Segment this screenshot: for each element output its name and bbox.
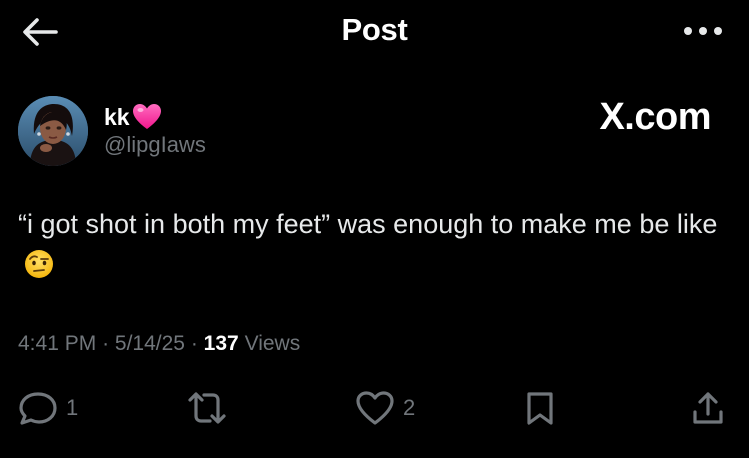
avatar[interactable] xyxy=(18,96,88,166)
tweet-date: 5/14/25 xyxy=(114,332,185,355)
raised-eyebrow-emoji-icon xyxy=(24,249,54,279)
share-icon xyxy=(693,392,723,424)
repost-icon xyxy=(188,392,226,424)
display-name: kk xyxy=(104,103,130,130)
reply-button[interactable]: 1 xyxy=(18,388,78,428)
share-button[interactable] xyxy=(690,388,726,428)
top-bar: Post xyxy=(0,0,749,64)
like-button[interactable]: 2 xyxy=(355,388,415,428)
repost-button[interactable] xyxy=(184,388,238,428)
like-count: 2 xyxy=(403,395,416,420)
heart-outline-icon xyxy=(356,391,394,425)
bookmark-button[interactable] xyxy=(522,388,558,428)
user-handle[interactable]: @lipgIaws xyxy=(104,132,206,158)
pink-heart-icon xyxy=(132,103,162,131)
more-horizontal-icon xyxy=(684,27,722,35)
reply-count: 1 xyxy=(66,395,79,420)
author-name-row[interactable]: kk xyxy=(104,102,162,132)
tweet-meta: 4:41 PM · 5/14/25 · 137 Views xyxy=(18,332,300,356)
views-label: Views xyxy=(244,332,301,355)
tweet-text: “i got shot in both my feet” was enough … xyxy=(18,204,733,284)
tweet-body: “i got shot in both my feet” was enough … xyxy=(18,209,718,239)
meta-separator: · xyxy=(190,332,198,355)
x-watermark: X.com xyxy=(599,96,711,138)
tweet-time: 4:41 PM xyxy=(18,332,97,355)
reply-icon xyxy=(19,392,57,425)
views-count: 137 xyxy=(203,332,239,355)
meta-separator: · xyxy=(102,332,110,355)
more-options-button[interactable] xyxy=(679,14,727,48)
profile-avatar-image xyxy=(18,96,88,166)
page-title: Post xyxy=(341,12,408,47)
bookmark-icon xyxy=(527,392,553,425)
